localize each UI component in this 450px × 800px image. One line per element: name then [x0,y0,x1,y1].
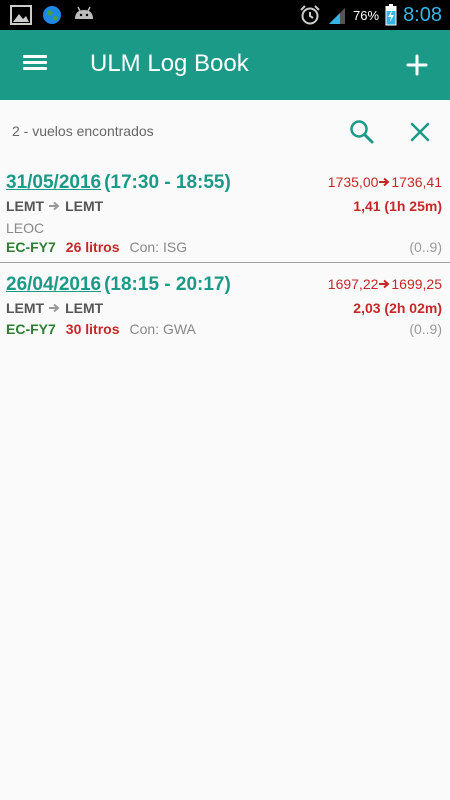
meter-start: 1735,00 [327,174,379,190]
flight-route: LEMT LEMT [6,300,103,316]
route-to: LEMT [65,300,104,316]
meter-end: 1736,41 [391,174,442,190]
flight-duration: 2,03 (2h 02m) [353,300,442,316]
arrow-right-icon [49,201,60,211]
flight-date-time: 26/04/2016 (18:15 - 20:17) [6,274,231,296]
flight-date-time: 31/05/2016 (17:30 - 18:55) [6,172,231,194]
battery-charging-icon [385,4,397,26]
meter-end: 1699,25 [391,276,442,292]
fuel-amount: 30 litros [65,321,120,337]
globe-icon [43,6,61,24]
meter-start: 1697,22 [327,276,379,292]
page-title: ULM Log Book [90,50,249,77]
battery-percent: 76% [353,7,380,23]
flight-index: (0..9) [409,239,442,255]
flight-date[interactable]: 31/05/2016 [6,172,101,193]
aircraft-registration: EC-FY7 [6,321,56,337]
clock: 8:08 [403,3,442,26]
arrow-right-icon [379,177,390,187]
flight-date[interactable]: 26/04/2016 [6,274,101,295]
status-system: 76% 8:08 [299,2,442,28]
gallery-icon [10,5,32,25]
flight-time-range: (18:15 - 20:17) [104,274,231,295]
result-count: 2 - vuelos encontrados [12,123,154,139]
status-notifications [10,4,96,26]
arrow-right-icon [379,279,390,289]
flight-meta: EC-FY7 30 litros Con: GWA [6,321,196,337]
flight-via: LEOC [6,220,45,236]
add-icon[interactable] [400,48,434,82]
flight-list-item[interactable]: 26/04/2016 (18:15 - 20:17) 1697,22 1699,25… [0,268,450,344]
android-icon [75,6,93,19]
app-bar: ULM Log Book [0,30,450,100]
flight-hour-meter: 1697,22 1699,25 [328,276,442,292]
arrow-right-icon [49,303,60,313]
route-from: LEMT [6,198,45,214]
crew-info: Con: ISG [129,239,188,255]
flight-list-item[interactable]: 31/05/2016 (17:30 - 18:55) 1735,00 1736,41… [0,166,450,263]
menu-icon[interactable] [18,52,52,78]
search-icon[interactable] [346,116,378,148]
results-header: 2 - vuelos encontrados [0,100,450,162]
flight-time-range: (17:30 - 18:55) [104,172,231,193]
signal-icon [329,8,346,24]
flight-hour-meter: 1735,00 1736,41 [328,174,442,190]
close-icon[interactable] [404,116,436,148]
route-from: LEMT [6,300,45,316]
route-to: LEMT [65,198,104,214]
aircraft-registration: EC-FY7 [6,239,56,255]
flight-route: LEMT LEMT [6,198,103,214]
alarm-icon [300,5,320,25]
fuel-amount: 26 litros [65,239,120,255]
crew-info: Con: GWA [129,321,196,337]
status-bar: 76% 8:08 [0,0,450,30]
flight-meta: EC-FY7 26 litros Con: ISG [6,239,187,255]
flight-duration: 1,41 (1h 25m) [353,198,442,214]
flight-index: (0..9) [409,321,442,337]
